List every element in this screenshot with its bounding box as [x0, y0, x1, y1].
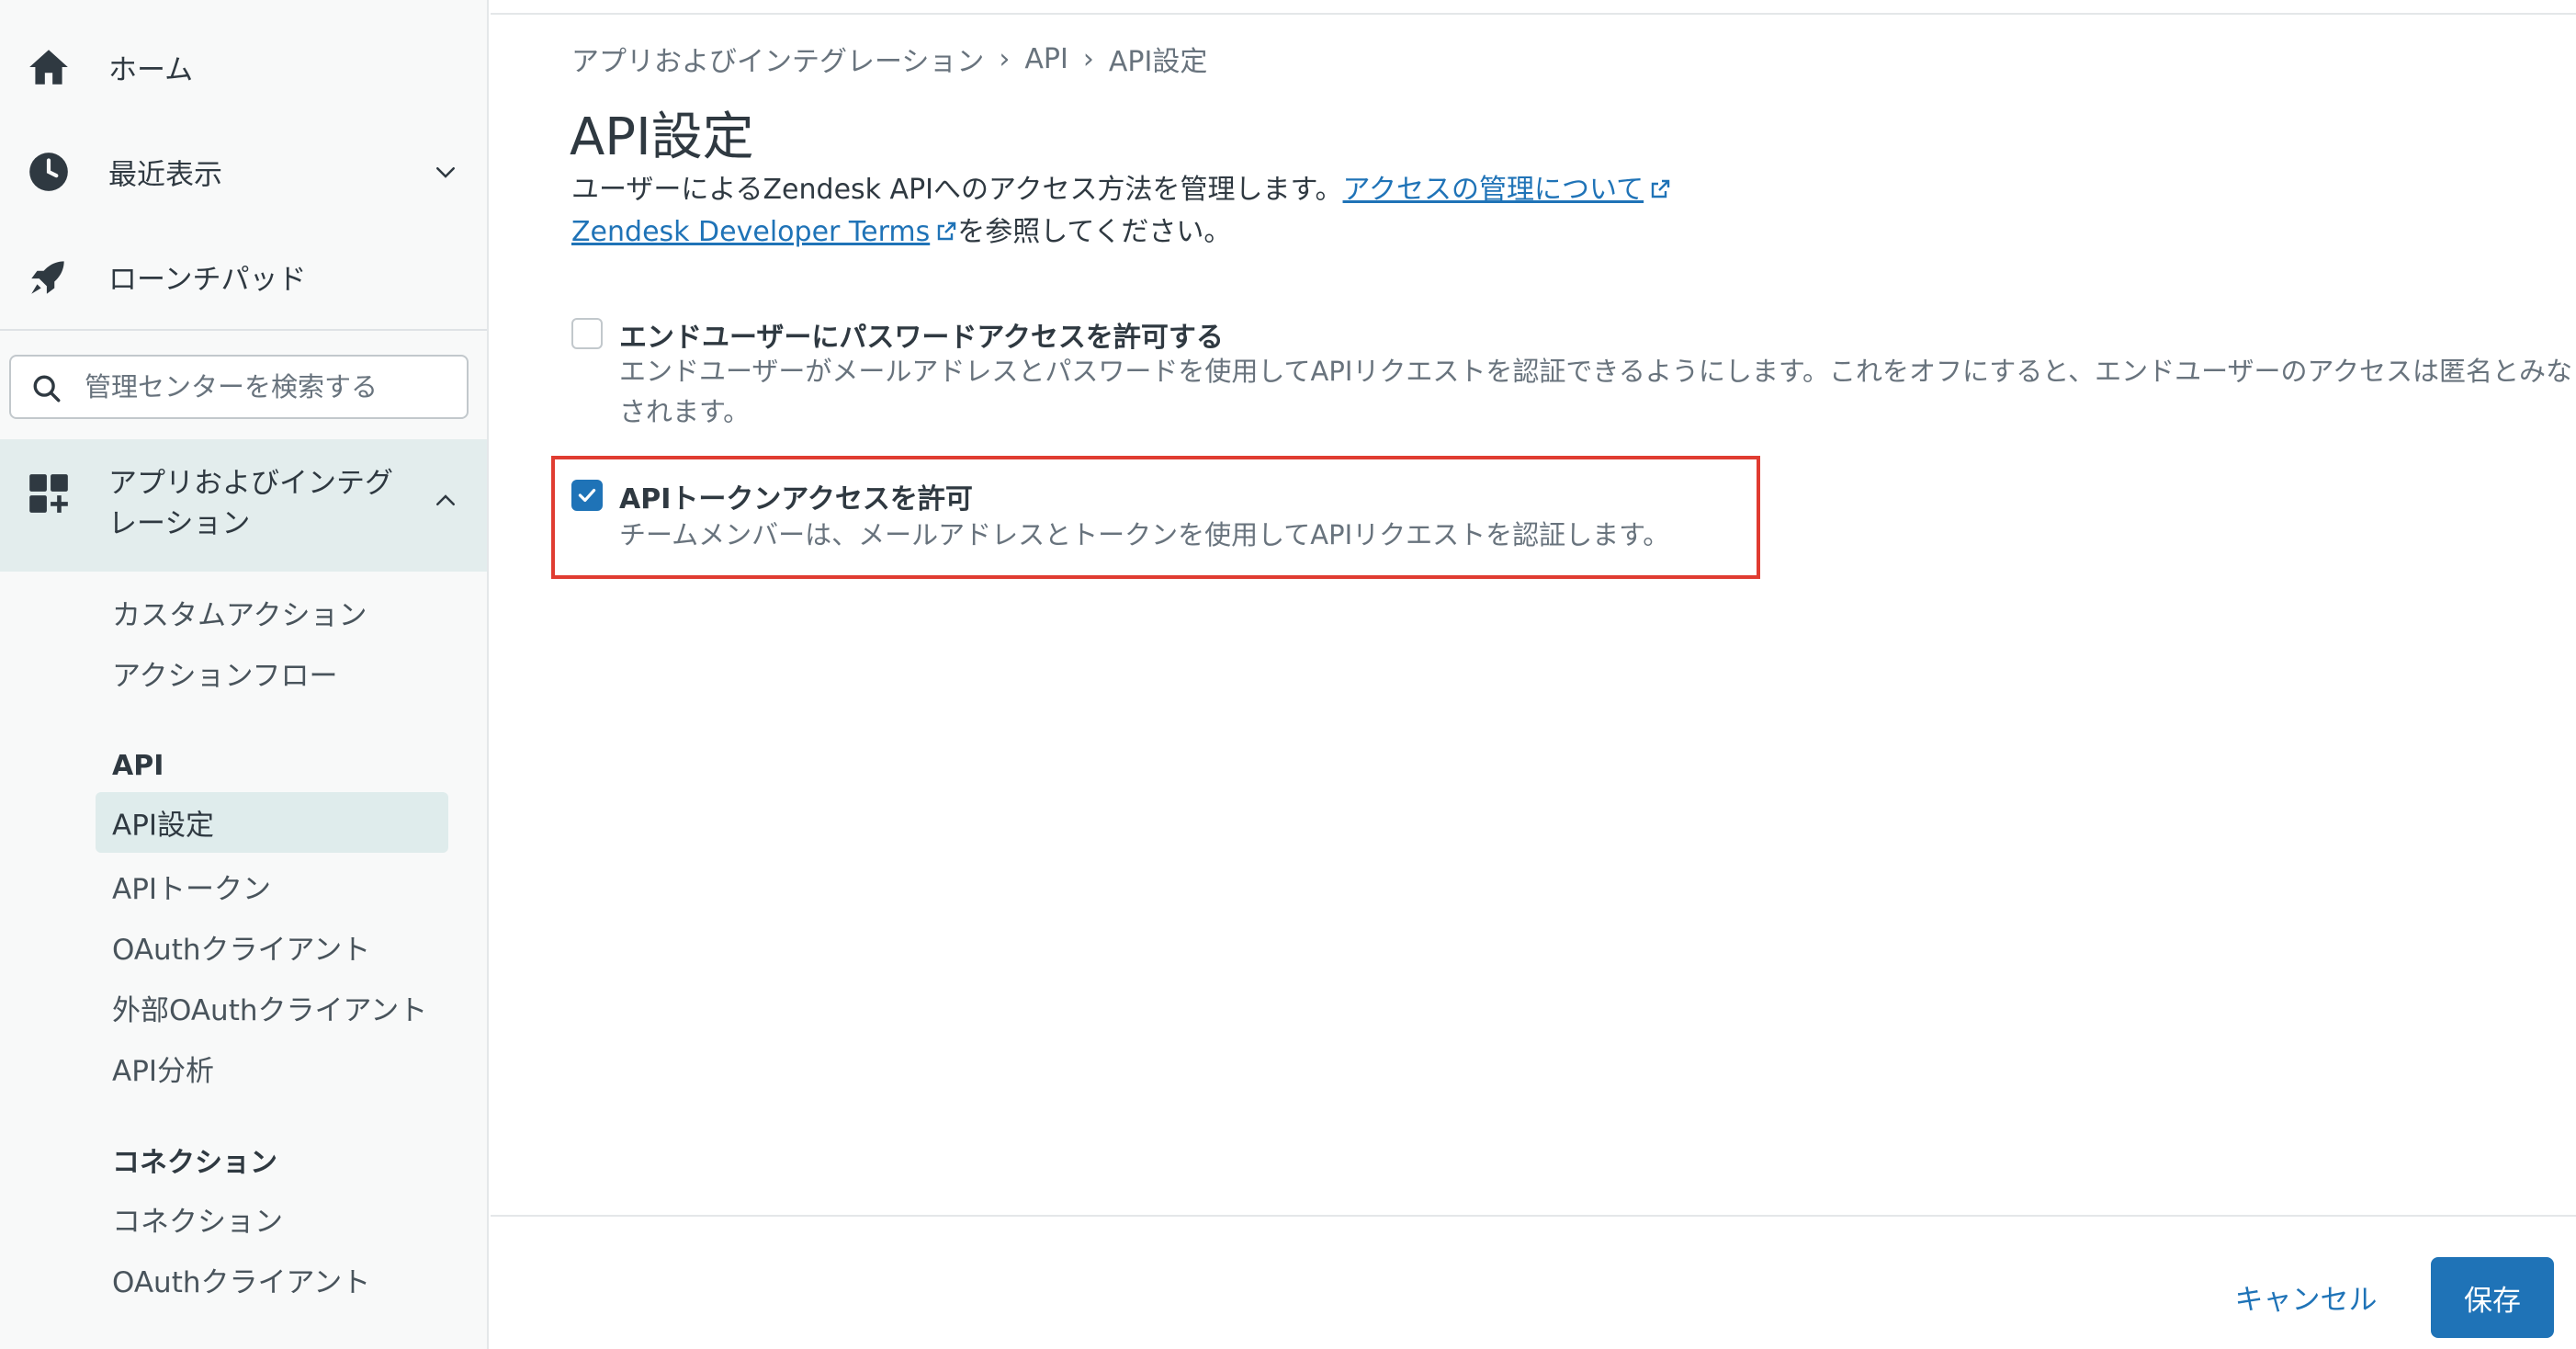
option-end-user-password-description: エンドユーザーがメールアドレスとパスワードを使用してAPIリクエストを認証できる…	[619, 356, 2573, 427]
search-input[interactable]	[85, 366, 452, 408]
sidebar-item-external-oauth-clients[interactable]: 外部OAuthクライアント	[112, 987, 427, 1028]
breadcrumb-apps-integrations[interactable]: アプリおよびインテグレーション	[571, 39, 984, 79]
save-button[interactable]: 保存	[2431, 1257, 2554, 1338]
chevron-right-icon: ›	[1082, 42, 1094, 75]
footer-divider	[491, 1215, 2576, 1217]
chevron-right-icon: ›	[999, 42, 1011, 75]
chevron-up-icon	[436, 494, 455, 505]
sidebar-item-connections[interactable]: コネクション	[112, 1198, 283, 1240]
sidebar-item-custom-actions[interactable]: カスタムアクション	[112, 592, 367, 633]
top-divider	[491, 13, 2576, 15]
nav-home[interactable]: ホーム	[0, 15, 487, 119]
external-link-icon	[1651, 179, 1670, 198]
sidebar-item-api-analytics[interactable]: API分析	[112, 1048, 214, 1089]
page-description: ユーザーによるZendesk APIへのアクセス方法を管理します。アクセスの管理…	[571, 169, 1671, 254]
breadcrumb-api-settings: API設定	[1108, 46, 1208, 78]
sidebar-divider	[0, 329, 487, 331]
manage-access-link[interactable]: アクセスの管理について	[1343, 174, 1644, 206]
clock-icon	[29, 153, 68, 191]
external-link-icon	[938, 221, 956, 241]
chevron-down-icon	[436, 167, 455, 178]
sidebar-item-oauth-clients[interactable]: OAuthクライアント	[112, 926, 370, 968]
option-api-token-title: APIトークンアクセスを許可	[619, 483, 973, 516]
option-api-token-description: チームメンバーは、メールアドレスとトークンを使用してAPIリクエストを認証します…	[619, 519, 1670, 550]
sidebar-item-api-settings[interactable]: API設定	[96, 792, 448, 853]
sidebar-search	[9, 355, 469, 419]
nav-recent[interactable]: 最近表示	[0, 119, 487, 224]
nav-launchpad[interactable]: ローンチパッド	[0, 224, 487, 329]
nav-apps-integrations-label: アプリおよびインテグレーション	[108, 467, 393, 540]
page-title: API設定	[570, 108, 754, 167]
option-end-user-password-title: エンドユーザーにパスワードアクセスを許可する	[619, 322, 1224, 354]
checkmark-icon	[578, 488, 596, 503]
sidebar-item-action-flows[interactable]: アクションフロー	[112, 652, 338, 694]
api-token-checkbox[interactable]	[571, 480, 603, 511]
home-icon	[29, 50, 68, 85]
developer-terms-link[interactable]: Zendesk Developer Terms	[571, 216, 930, 248]
breadcrumb: アプリおよびインテグレーション › API › API設定	[571, 39, 1207, 79]
nav-home-label: ホーム	[108, 53, 194, 87]
end-user-password-checkbox[interactable]	[571, 318, 603, 349]
sidebar: ホーム 最近表示 ローンチパッド 管理センターを検索する アプリおよびインテグレ…	[0, 0, 489, 1349]
sidebar-item-api-settings-label: API設定	[112, 809, 215, 843]
rocket-icon	[31, 261, 64, 294]
breadcrumb-api[interactable]: API	[1024, 43, 1068, 75]
nav-launchpad-label: ローンチパッド	[108, 263, 307, 297]
sidebar-heading-api: API	[112, 750, 164, 782]
sidebar-heading-connections: コネクション	[112, 1147, 277, 1179]
nav-recent-label: 最近表示	[108, 158, 222, 192]
sidebar-item-api-tokens[interactable]: APIトークン	[112, 866, 271, 907]
search-icon	[33, 375, 61, 402]
description-text: ユーザーによるZendesk APIへのアクセス方法を管理します。	[571, 174, 1343, 206]
description-suffix: を参照してください。	[957, 216, 1232, 248]
apps-add-icon	[29, 474, 68, 513]
app-root: ホーム 最近表示 ローンチパッド 管理センターを検索する アプリおよびインテグレ…	[0, 0, 2576, 1349]
sidebar-item-connections-oauth-clients[interactable]: OAuthクライアント	[112, 1259, 370, 1300]
cancel-button[interactable]: キャンセル	[2223, 1268, 2389, 1325]
nav-apps-integrations[interactable]: アプリおよびインテグレーション	[0, 439, 487, 572]
